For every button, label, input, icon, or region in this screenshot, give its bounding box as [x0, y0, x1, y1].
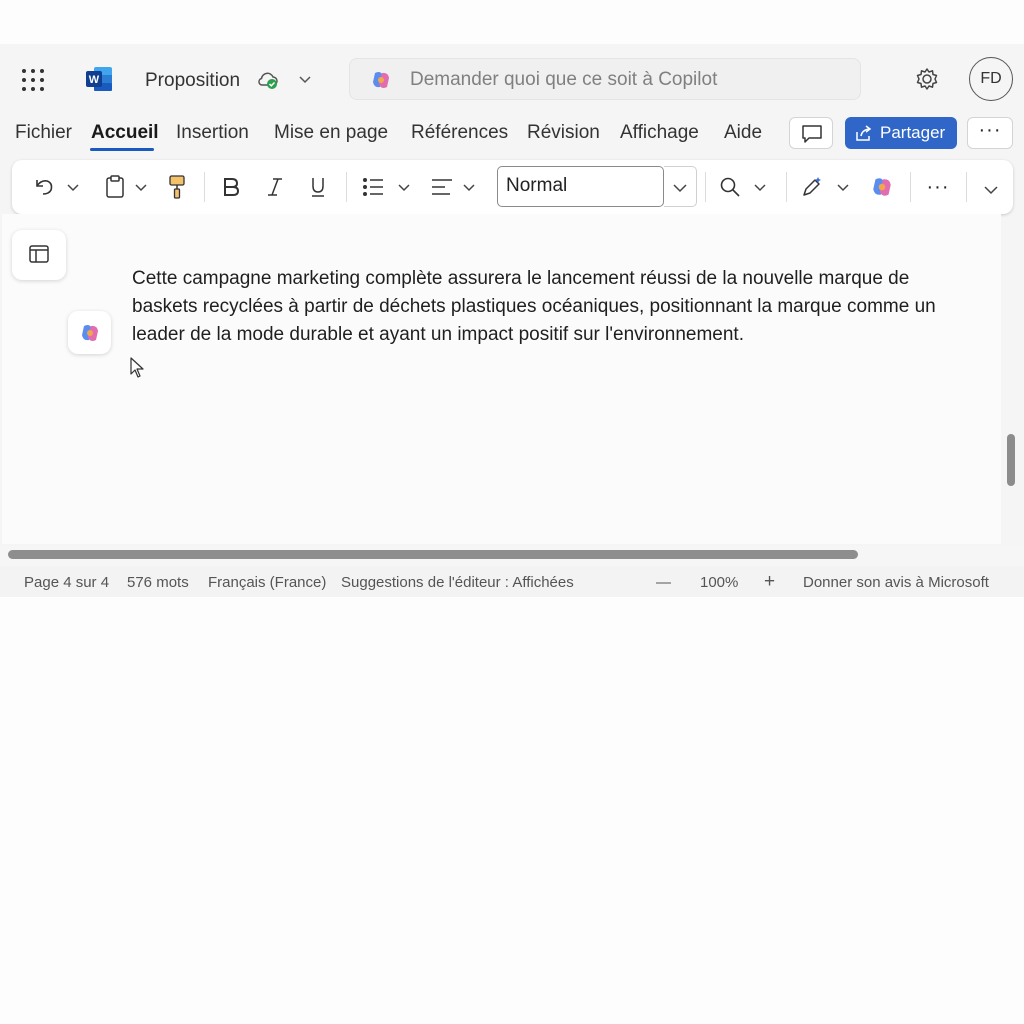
- editor-button[interactable]: [800, 160, 856, 214]
- underline-icon: [312, 178, 324, 197]
- zoom-level[interactable]: 100%: [700, 574, 738, 591]
- bold-icon: [224, 178, 240, 196]
- tab-references[interactable]: Références: [411, 122, 508, 144]
- tab-mise-en-page[interactable]: Mise en page: [274, 122, 388, 144]
- paste-icon: [106, 175, 124, 198]
- italic-icon: [268, 178, 282, 196]
- align-icon: [432, 179, 452, 195]
- chevron-down-icon: [398, 184, 410, 192]
- horizontal-scrollbar[interactable]: [8, 550, 858, 559]
- toolbar-divider: [705, 172, 706, 202]
- copilot-inline-button[interactable]: [68, 311, 111, 354]
- document-paragraph[interactable]: Cette campagne marketing complète assure…: [132, 265, 972, 349]
- language-indicator[interactable]: Français (France): [208, 574, 326, 591]
- document-title[interactable]: Proposition: [145, 70, 240, 92]
- app-launcher-icon[interactable]: [22, 69, 44, 91]
- copilot-icon: [373, 72, 389, 88]
- status-bar: Page 4 sur 4 576 mots Français (France) …: [0, 566, 1024, 597]
- copilot-search[interactable]: [349, 58, 861, 100]
- tab-insertion[interactable]: Insertion: [176, 122, 249, 144]
- share-label: Partager: [880, 123, 946, 142]
- toolbar-divider: [786, 172, 787, 202]
- document-canvas[interactable]: [2, 214, 1001, 544]
- navigation-pane-button[interactable]: [12, 230, 66, 280]
- home-toolbar: Normal ···: [12, 160, 1013, 214]
- copilot-button[interactable]: [869, 160, 899, 214]
- share-icon: [856, 125, 872, 141]
- style-dropdown-button[interactable]: [664, 166, 697, 207]
- editor-pen-icon: [803, 177, 821, 196]
- more-options-button[interactable]: ···: [967, 117, 1013, 149]
- toolbar-more-button[interactable]: ···: [921, 160, 955, 214]
- vertical-scrollbar[interactable]: [1007, 434, 1015, 486]
- gear-icon[interactable]: [914, 66, 940, 92]
- word-window: W Proposition FD Fichier Accueil In: [0, 44, 1024, 597]
- comments-button[interactable]: [789, 117, 833, 149]
- find-button[interactable]: [719, 160, 775, 214]
- style-select[interactable]: Normal: [497, 166, 664, 207]
- svg-text:W: W: [89, 74, 100, 86]
- undo-button[interactable]: [30, 160, 86, 214]
- undo-icon: [36, 180, 53, 195]
- tab-affichage[interactable]: Affichage: [620, 122, 699, 144]
- bullets-button[interactable]: [361, 160, 417, 214]
- feedback-link[interactable]: Donner son avis à Microsoft: [803, 574, 989, 591]
- underline-button[interactable]: [305, 160, 331, 214]
- chevron-down-icon: [754, 184, 766, 192]
- search-icon: [720, 177, 740, 197]
- copilot-icon: [82, 325, 98, 341]
- sidebar-panel-icon: [29, 245, 49, 263]
- copilot-icon: [873, 178, 891, 196]
- tab-fichier[interactable]: Fichier: [15, 122, 72, 144]
- tab-accueil[interactable]: Accueil: [91, 122, 159, 144]
- bullets-icon: [363, 178, 383, 196]
- format-painter-icon: [169, 175, 185, 199]
- share-button[interactable]: Partager: [845, 117, 957, 149]
- toolbar-divider: [966, 172, 967, 202]
- word-count[interactable]: 576 mots: [127, 574, 189, 591]
- chevron-down-icon: [984, 186, 998, 195]
- active-tab-indicator: [90, 148, 154, 151]
- italic-button[interactable]: [262, 160, 288, 214]
- chevron-down-icon: [463, 184, 475, 192]
- chevron-down-icon: [673, 184, 687, 193]
- zoom-in-button[interactable]: +: [764, 571, 775, 593]
- tab-revision[interactable]: Révision: [527, 122, 600, 144]
- zoom-out-button[interactable]: —: [656, 574, 671, 591]
- word-logo-icon[interactable]: W: [85, 66, 113, 92]
- comment-icon: [802, 125, 822, 143]
- chevron-down-icon: [67, 184, 79, 192]
- style-select-value: Normal: [506, 175, 568, 196]
- cloud-saved-icon[interactable]: [256, 69, 280, 91]
- avatar[interactable]: FD: [969, 57, 1013, 101]
- paste-button[interactable]: [102, 160, 158, 214]
- mouse-pointer-icon: [130, 357, 144, 378]
- toolbar-divider: [346, 172, 347, 202]
- chevron-down-icon[interactable]: [296, 70, 314, 88]
- tab-aide[interactable]: Aide: [724, 122, 762, 144]
- title-bar: W Proposition FD: [0, 44, 1024, 116]
- editor-suggestions-status[interactable]: Suggestions de l'éditeur : Affichées: [341, 574, 574, 591]
- toolbar-divider: [204, 172, 205, 202]
- copilot-search-input[interactable]: [408, 65, 842, 95]
- chevron-down-icon: [135, 184, 147, 192]
- align-button[interactable]: [430, 160, 482, 214]
- bold-button[interactable]: [218, 160, 244, 214]
- toolbar-divider: [910, 172, 911, 202]
- chevron-down-icon: [837, 184, 849, 192]
- page-count[interactable]: Page 4 sur 4: [24, 574, 109, 591]
- ribbon-collapse-button[interactable]: [978, 160, 1004, 214]
- format-painter-button[interactable]: [164, 160, 194, 214]
